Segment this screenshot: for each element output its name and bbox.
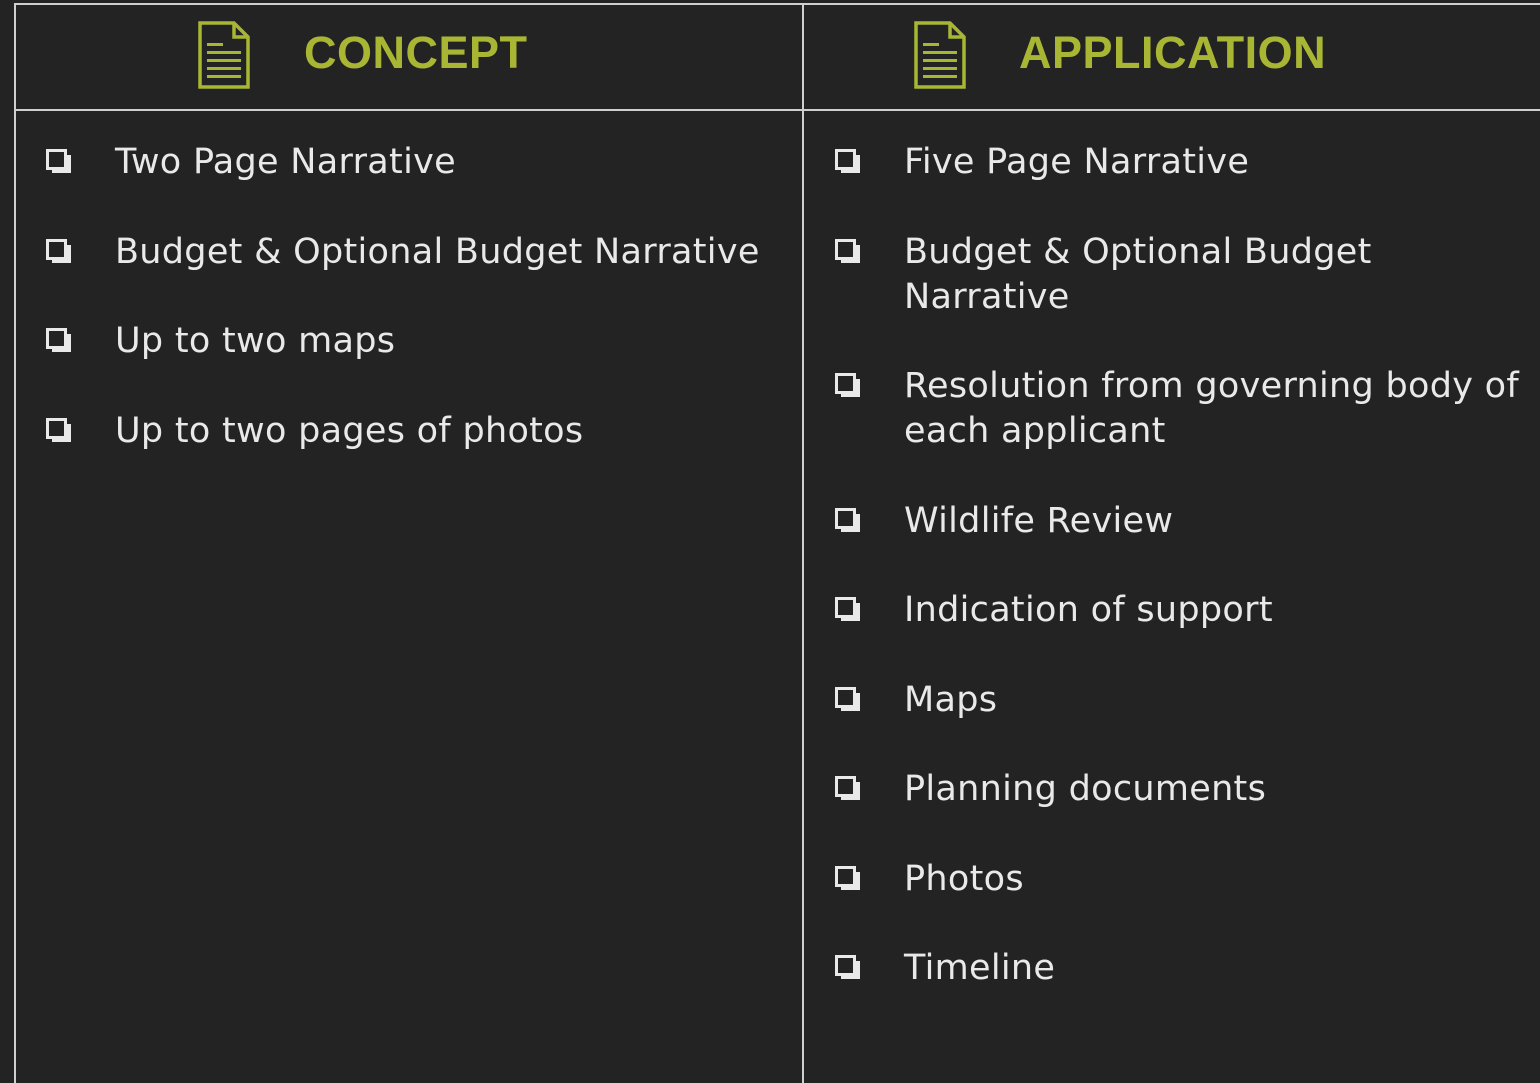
list-item: Indication of support xyxy=(833,588,1523,633)
concept-title: CONCEPT xyxy=(304,27,528,78)
checkbox-bullet-icon xyxy=(835,955,860,979)
list-item-text: Up to two maps xyxy=(115,321,396,361)
list-item-text: Photos xyxy=(904,858,1024,899)
list-item: Wildlife Review xyxy=(833,499,1523,544)
list-item-text: Planning documents xyxy=(904,769,1267,809)
checkbox-bullet-icon xyxy=(46,417,71,442)
list-item-text: Two Page Narrative xyxy=(115,142,456,182)
checkbox-bullet-icon xyxy=(46,328,71,352)
list-item-text: Wildlife Review xyxy=(904,500,1174,541)
list-item: Five Page Narrative xyxy=(833,140,1523,185)
checkbox-bullet-icon xyxy=(835,373,860,397)
checkbox-bullet-icon xyxy=(835,149,860,173)
list-item: Two Page Narrative xyxy=(44,140,784,185)
list-item-text: Five Page Narrative xyxy=(904,142,1250,182)
list-item-text: Indication of support xyxy=(904,590,1273,630)
header-divider xyxy=(14,109,1540,111)
list-item-text: Maps xyxy=(904,679,998,720)
document-icon xyxy=(198,21,250,89)
checkbox-bullet-icon xyxy=(46,149,71,173)
checkbox-bullet-icon xyxy=(835,507,860,532)
list-item-text: Timeline xyxy=(904,948,1056,988)
application-list: Five Page Narrative Budget & Optional Bu… xyxy=(833,140,1523,1036)
list-item: Photos xyxy=(833,857,1523,902)
checkbox-bullet-icon xyxy=(835,238,860,263)
list-item-text: Budget & Optional Budget Narrative xyxy=(904,231,1372,317)
column-divider xyxy=(802,3,804,1083)
list-item: Planning documents xyxy=(833,767,1523,812)
concept-list: Two Page Narrative Budget & Optional Bud… xyxy=(44,140,784,498)
list-item-text: Up to two pages of photos xyxy=(115,410,584,451)
list-item: Maps xyxy=(833,678,1523,723)
list-item: Budget & Optional Budget Narrative xyxy=(833,230,1523,320)
list-item: Up to two pages of photos xyxy=(44,409,784,454)
application-header: APPLICATION xyxy=(804,5,1540,109)
list-item: Up to two maps xyxy=(44,319,784,364)
list-item: Resolution from governing body of each a… xyxy=(833,364,1523,454)
list-item: Budget & Optional Budget Narrative xyxy=(44,230,784,275)
requirements-table: CONCEPT APPLICATION Two Page Narrative B… xyxy=(0,0,1540,1083)
list-item-text: Resolution from governing body of each a… xyxy=(904,366,1519,451)
checkbox-bullet-icon xyxy=(46,238,71,263)
checkbox-bullet-icon xyxy=(835,865,860,890)
document-icon xyxy=(914,21,966,89)
checkbox-bullet-icon xyxy=(835,686,860,711)
checkbox-bullet-icon xyxy=(835,597,860,621)
list-item: Timeline xyxy=(833,946,1523,991)
concept-header: CONCEPT xyxy=(16,5,802,109)
application-title: APPLICATION xyxy=(1019,27,1327,78)
checkbox-bullet-icon xyxy=(835,776,860,800)
list-item-text: Budget & Optional Budget Narrative xyxy=(115,231,760,272)
